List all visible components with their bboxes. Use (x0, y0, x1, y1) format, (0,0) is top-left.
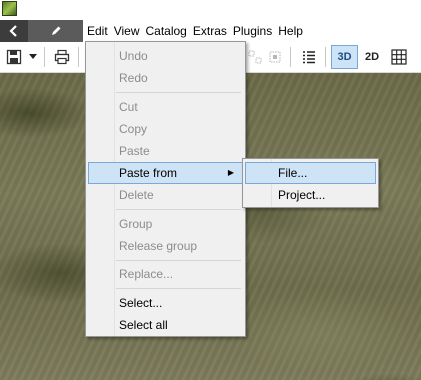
pencil-icon (51, 26, 60, 35)
toolbar-divider (44, 47, 45, 67)
menu-separator (116, 288, 241, 289)
distribute-button[interactable] (246, 45, 264, 69)
toolbar-divider (325, 47, 326, 67)
menu-separator (116, 92, 241, 93)
menu-select[interactable]: Select... (88, 292, 243, 314)
menu-release-group[interactable]: Release group (88, 235, 243, 257)
align-icon (269, 51, 281, 63)
back-button[interactable] (0, 20, 28, 42)
menu-undo[interactable]: Undo (88, 45, 243, 67)
toolbar-divider (290, 47, 291, 67)
menu-help[interactable]: Help (275, 20, 306, 42)
floppy-disk-icon (6, 49, 22, 65)
menu-paste-from-label: Paste from (119, 166, 178, 180)
view-3d-toggle[interactable]: 3D (331, 45, 358, 69)
menu-view[interactable]: View (111, 20, 143, 42)
caret-down-icon (29, 54, 37, 59)
save-button[interactable] (3, 45, 25, 69)
menu-edit[interactable]: Edit (84, 20, 111, 42)
toolbar-divider (78, 47, 79, 67)
title-bar (0, 0, 421, 20)
grid-icon (391, 49, 407, 65)
menu-catalog[interactable]: Catalog (142, 20, 189, 42)
menu-separator (116, 260, 241, 261)
edit-mode-button[interactable] (28, 20, 83, 42)
save-dropdown-button[interactable] (26, 45, 40, 69)
distribute-icon (248, 50, 262, 64)
menu-replace[interactable]: Replace... (88, 263, 243, 285)
printer-icon (54, 49, 70, 65)
edit-menu-dropdown: Undo Redo Cut Copy Paste Paste from ▶ De… (85, 41, 246, 337)
menu-paste-from[interactable]: Paste from ▶ (88, 162, 243, 184)
submenu-project[interactable]: Project... (245, 184, 376, 206)
view-2d-toggle[interactable]: 2D (360, 45, 384, 69)
chevron-left-icon (9, 25, 17, 37)
grid-view-button[interactable] (388, 45, 410, 69)
menu-extras[interactable]: Extras (190, 20, 230, 42)
menu-redo[interactable]: Redo (88, 67, 243, 89)
submenu-arrow-icon: ▶ (227, 168, 234, 177)
menu-plugins[interactable]: Plugins (230, 20, 275, 42)
app-icon (2, 1, 17, 16)
list-icon (303, 51, 315, 64)
menu-copy[interactable]: Copy (88, 118, 243, 140)
submenu-file[interactable]: File... (245, 162, 376, 184)
list-view-button[interactable] (298, 45, 320, 69)
print-button[interactable] (50, 45, 74, 69)
menu-delete[interactable]: Delete (88, 184, 243, 206)
menu-paste[interactable]: Paste (88, 140, 243, 162)
menu-group[interactable]: Group (88, 213, 243, 235)
menu-bar: Edit View Catalog Extras Plugins Help (0, 20, 421, 43)
paste-from-submenu: File... Project... (242, 158, 379, 208)
align-button[interactable] (266, 45, 284, 69)
menu-separator (116, 209, 241, 210)
menu-cut[interactable]: Cut (88, 96, 243, 118)
menu-select-all[interactable]: Select all (88, 314, 243, 336)
